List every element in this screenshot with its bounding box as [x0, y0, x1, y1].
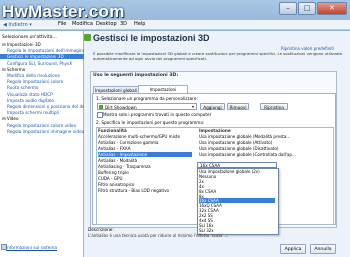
- tree-item[interactable]: Configura SLI, Surround, PhysX: [0, 61, 89, 66]
- table-row-feature[interactable]: Buffering triplo: [98, 170, 192, 175]
- table-row-setting[interactable]: Usa impostazione globale (Controllata da…: [199, 152, 329, 157]
- chevron-down-icon: ▾: [192, 104, 195, 109]
- table-row-feature[interactable]: Antialias - Modalità: [98, 158, 192, 163]
- task-pane-header: Selezionare un'attività...: [2, 35, 57, 40]
- restore-button[interactable]: Ripristina: [260, 103, 288, 110]
- tree-item[interactable]: Imposta schermi multipli: [0, 110, 89, 115]
- nvidia-3d-icon: [84, 34, 91, 41]
- tree-item[interactable]: Gestisci le impostazioni 3D: [0, 54, 89, 60]
- program-icon: [99, 105, 103, 109]
- system-info-link[interactable]: Informazioni sul sistema: [6, 245, 57, 250]
- window-controls: – □ ✕: [279, 2, 347, 15]
- apply-button[interactable]: Applica: [280, 244, 306, 254]
- table-row-feature[interactable]: Antialias - Correzione gamma: [98, 140, 192, 145]
- tree-item[interactable]: Imposta audio digitale: [0, 98, 89, 103]
- table-row-feature[interactable]: Antialias - FXAA: [98, 146, 192, 151]
- tree-item[interactable]: Regola impostazioni immagine video: [0, 129, 89, 134]
- table-row-setting[interactable]: Usa impostazione globale (Disattivato): [199, 146, 329, 151]
- back-button[interactable]: ◀ Indietro ▾: [3, 22, 32, 28]
- tree-category[interactable]: ⊟ Schermo: [0, 67, 84, 72]
- table-row-feature[interactable]: CUDA - GPU: [98, 176, 192, 181]
- tree-category[interactable]: ⊟ Video: [0, 116, 84, 121]
- settings-group-title: Uso le seguenti impostazioni 3D:: [93, 73, 179, 78]
- close-button[interactable]: ✕: [317, 2, 347, 15]
- tree-item[interactable]: Regola dimensioni e posizione del deskto…: [0, 104, 89, 109]
- column-feature: Funzionalità: [98, 128, 127, 133]
- column-setting: Impostazione: [199, 128, 231, 133]
- table-row-setting[interactable]: Usa impostazione globale (Attivato): [199, 140, 329, 145]
- remove-button[interactable]: Rimuovi: [227, 103, 249, 110]
- description-text: L'antialias è una tecnica usata per ridu…: [88, 233, 229, 238]
- cancel-button[interactable]: Annulla: [310, 244, 336, 254]
- menu-help[interactable]: Help: [134, 21, 145, 27]
- tree-item[interactable]: Modifica della risoluzione: [0, 73, 89, 78]
- tree-item[interactable]: Regola le impostazioni dell'immagine con…: [0, 48, 89, 53]
- intro-text: È possibile modificare le impostazioni 3…: [93, 51, 343, 61]
- table-row-setting[interactable]: Usa impostazione globale (Modalità prest…: [199, 134, 329, 139]
- watermark-logo: HwMaster.com: [2, 2, 125, 21]
- tree-item[interactable]: Regola impostazioni colore: [0, 79, 89, 84]
- tree-item[interactable]: Regola impostazioni colore video: [0, 123, 89, 128]
- page-title: Gestisci le impostazioni 3D: [93, 33, 210, 43]
- tree-item[interactable]: Ruota schermo: [0, 85, 89, 90]
- table-row-feature[interactable]: Filtro anisotropico: [98, 182, 192, 187]
- program-select[interactable]: Dirt Showdown: [97, 103, 197, 110]
- add-button[interactable]: Aggiungi: [200, 103, 225, 110]
- minimize-button[interactable]: –: [279, 2, 297, 15]
- tree-category[interactable]: ⊟ Impostazioni 3D: [0, 42, 84, 47]
- description-label: Descrizione:: [88, 227, 114, 232]
- table-row-feature[interactable]: Accelerazione multi-schermo/GPU miste: [98, 134, 192, 139]
- tree-item[interactable]: Visualizza stato HDCP: [0, 92, 89, 97]
- maximize-button[interactable]: □: [298, 2, 316, 15]
- step2-label: 2. Specifica le impostazioni per questo …: [96, 120, 205, 125]
- table-row-feature[interactable]: Antialiasing - Trasparenza: [98, 164, 192, 169]
- table-row-feature[interactable]: Antialias - Impostazione: [98, 152, 192, 157]
- table-row-feature[interactable]: Filtro struttura - Bias LOD negativo: [98, 188, 192, 193]
- show-only-found-label: Mostra solo i programmi trovati in quest…: [103, 112, 212, 117]
- step1-label: 1. Selezionare un programma da personali…: [96, 96, 198, 101]
